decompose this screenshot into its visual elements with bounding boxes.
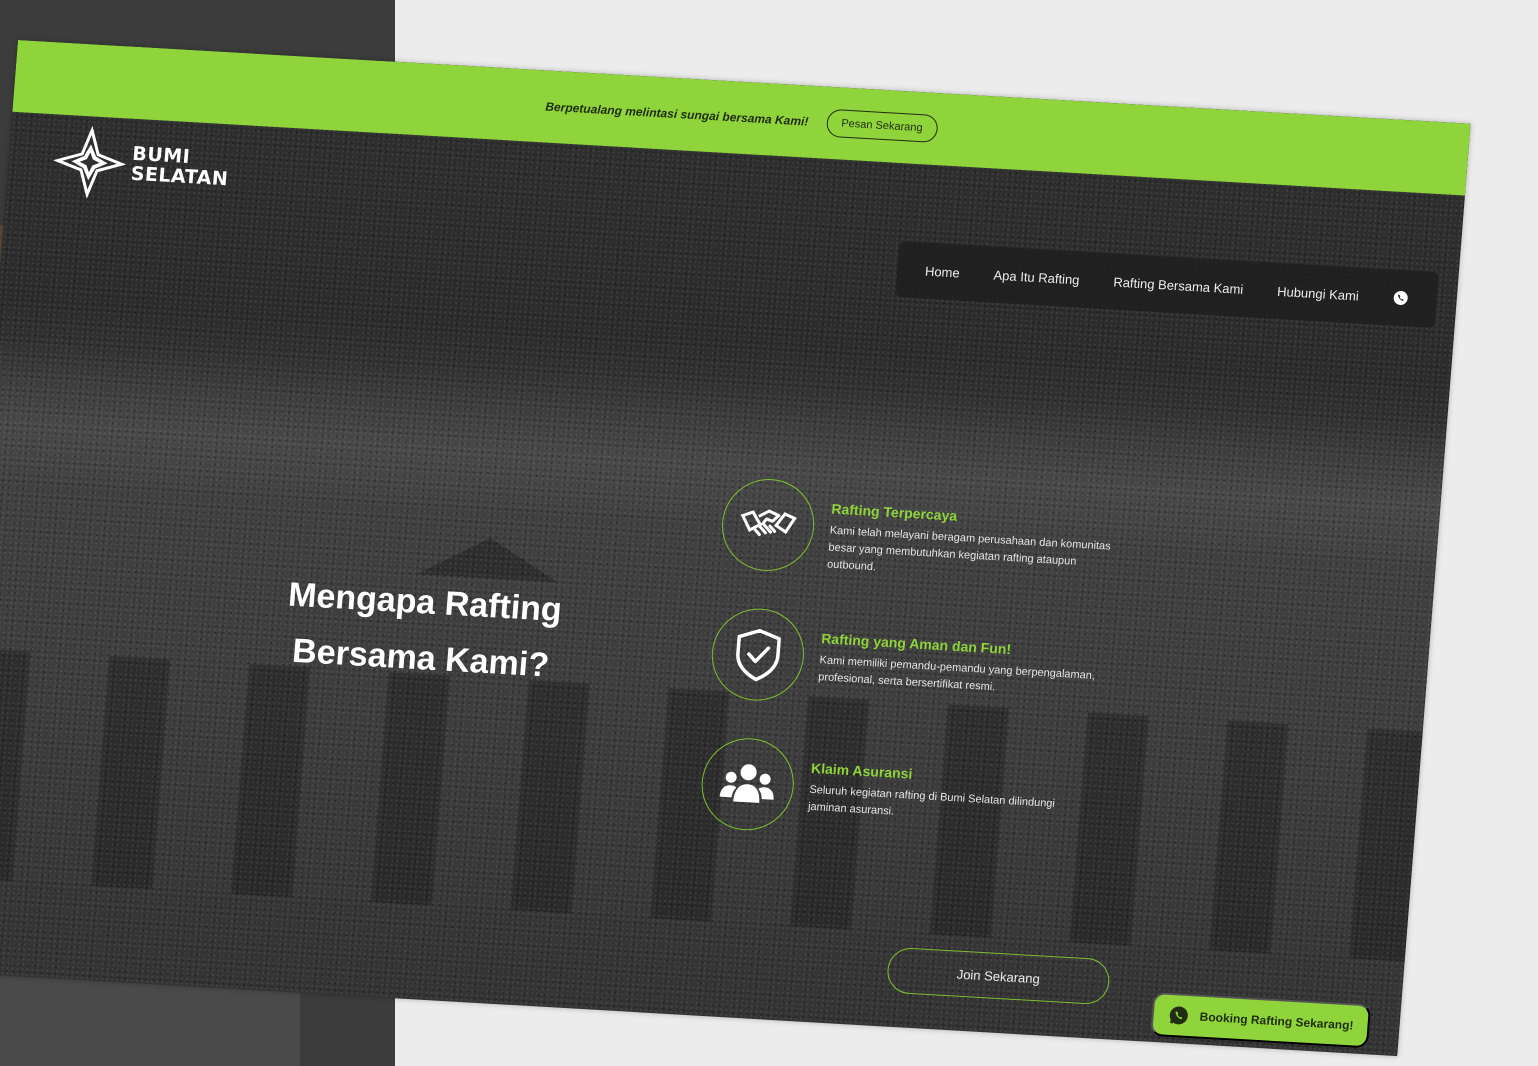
feature-desc: Kami telah melayani beragam perusahaan d… [826,524,1112,574]
feature-item: Rafting yang Aman dan Fun! Kami memiliki… [705,606,1135,760]
whatsapp-button-label: Booking Rafting Sekarang! [1199,1009,1355,1033]
nav-item-home[interactable]: Home [925,263,961,280]
feature-icon-circle [718,476,818,574]
whatsapp-icon[interactable] [1392,290,1409,307]
website-mockup: Berpetualang melintasi sungai bersama Ka… [0,40,1471,1057]
announcement-bar: Berpetualang melintasi sungai bersama Ka… [12,40,1471,196]
feature-body: Klaim Asuransi Seluruh kegiatan rafting … [807,742,1097,832]
announcement-text: Berpetualang melintasi sungai bersama Ka… [544,99,809,129]
whatsapp-icon [1169,1006,1188,1025]
users-icon [719,764,774,803]
nav-item-rafting-bersama-kami[interactable]: Rafting Bersama Kami [1113,274,1244,296]
logo-line2: SELATAN [130,162,230,190]
hero-title-line1: Mengapa Rafting [286,575,564,630]
feature-item: Klaim Asuransi Seluruh kegiatan rafting … [695,735,1125,890]
handshake-icon [740,509,797,536]
features-list: Rafting Terpercaya Kami telah melayani b… [695,476,1145,889]
pesan-sekarang-button[interactable]: Pesan Sekarang [825,108,939,144]
feature-icon-circle [698,735,798,833]
logo[interactable]: BUMI SELATAN [51,124,232,206]
shield-check-icon [736,628,781,682]
join-sekarang-button[interactable]: Join Sekarang [885,946,1111,1006]
nav-item-apa-itu-rafting[interactable]: Apa Itu Rafting [993,267,1080,287]
logo-wordmark: BUMI SELATAN [130,142,231,191]
feature-body: Rafting Terpercaya Kami telah melayani b… [826,483,1118,590]
star-diamond-logo-icon [52,125,127,199]
main-nav: Home Apa Itu Rafting Rafting Bersama Kam… [894,241,1439,329]
whatsapp-booking-button[interactable]: Booking Rafting Sekarang! [1150,991,1372,1049]
feature-body: Rafting yang Aman dan Fun! Kami memiliki… [818,612,1108,702]
feature-icon-circle [708,606,808,704]
feature-item: Rafting Terpercaya Kami telah melayani b… [716,476,1146,630]
hero-title: Mengapa Rafting Bersama Kami? [254,565,592,696]
hero-title-line2: Bersama Kami? [290,631,551,685]
nav-item-hubungi-kami[interactable]: Hubungi Kami [1277,283,1360,303]
